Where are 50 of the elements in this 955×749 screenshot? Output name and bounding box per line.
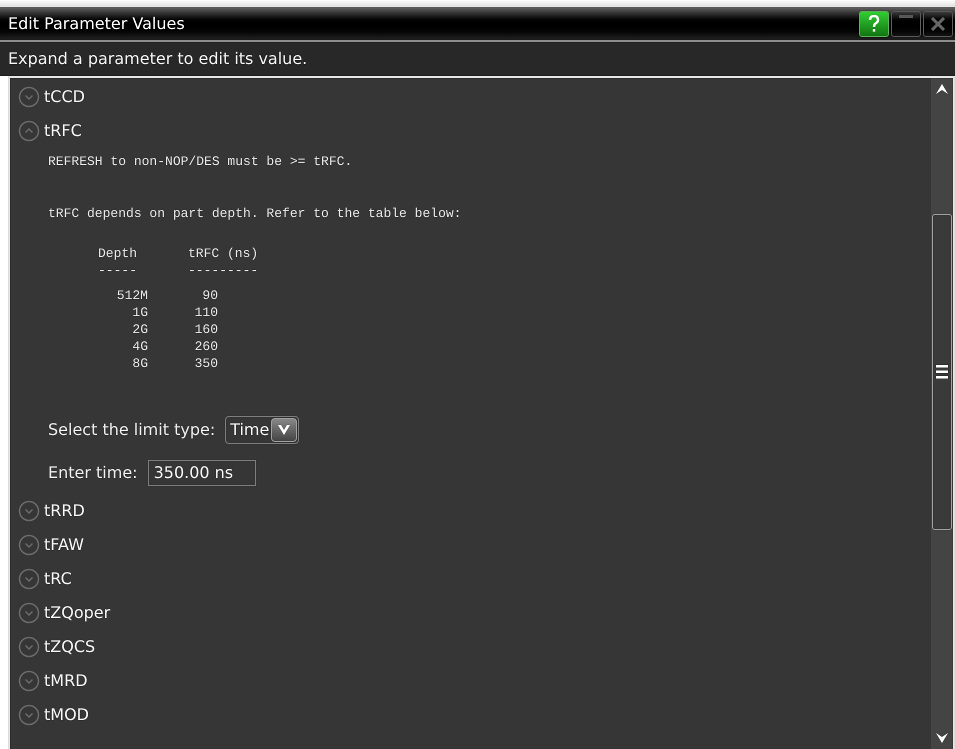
table-cell-text: 110 [194, 304, 219, 321]
expand-icon[interactable] [18, 500, 40, 522]
parameter-name[interactable]: tRRD [44, 499, 85, 523]
scroll-down-icon[interactable] [936, 733, 948, 743]
help-icon [868, 14, 880, 32]
parameter-name[interactable]: tCCD [44, 85, 85, 109]
table-cell-text: 1G [131, 304, 148, 321]
limit-type-label: Select the limit type: [48, 419, 216, 441]
table-cell-text: 350 [194, 355, 219, 372]
scroll-up-icon[interactable] [936, 84, 948, 94]
parameter-name[interactable]: tFAW [44, 533, 84, 557]
table-cell-text: 160 [194, 321, 219, 338]
header-rule: --------- [188, 262, 260, 279]
help-button[interactable] [859, 10, 889, 36]
instruction-text: Expand a parameter to edit its value. [8, 48, 308, 70]
parameter-name[interactable]: tZQCS [44, 635, 96, 659]
close-icon [931, 16, 945, 30]
parameter-name[interactable]: tZQoper [44, 601, 110, 625]
table-cell-text: 260 [194, 338, 219, 355]
expand-icon[interactable] [18, 636, 40, 658]
table-cell-text: 8G [131, 355, 148, 372]
limit-type-dropdown[interactable]: Time [225, 416, 300, 444]
expand-icon[interactable] [18, 670, 40, 692]
expand-icon[interactable] [18, 534, 40, 556]
table-cell-text: 90 [201, 287, 219, 304]
expand-icon[interactable] [18, 568, 40, 590]
parameter-name[interactable]: tMOD [44, 703, 89, 727]
minimize-icon [899, 14, 913, 18]
window-title: Edit Parameter Values [8, 12, 185, 34]
scrollbar-thumb[interactable] [932, 214, 952, 530]
parameter-name[interactable]: tRC [44, 567, 72, 591]
time-input[interactable]: 350.00 ns [148, 460, 256, 486]
table-cell-text: 2G [131, 321, 148, 338]
grip-icon [936, 365, 948, 379]
header-rule: ----- [98, 262, 138, 279]
expand-icon[interactable] [18, 704, 40, 726]
parameter-name[interactable]: tRFC [44, 119, 82, 143]
table-cell-text: 512M [116, 287, 148, 304]
scrollbar[interactable] [931, 78, 953, 749]
expand-icon[interactable] [18, 602, 40, 624]
column-header: Depth [98, 245, 138, 262]
parameter-name[interactable]: tMRD [44, 669, 88, 693]
description-text: tRFC depends on part depth. Refer to the table below: [48, 204, 462, 222]
table-cell-text: 4G [131, 338, 148, 355]
expand-icon[interactable] [18, 86, 40, 108]
description-text: REFRESH to non-NOP/DES must be >= tRFC. [48, 153, 352, 171]
collapse-icon[interactable] [18, 120, 40, 142]
close-button[interactable] [923, 10, 953, 36]
time-label: Enter time: [48, 462, 138, 484]
column-header: tRFC (ns) [188, 245, 260, 262]
